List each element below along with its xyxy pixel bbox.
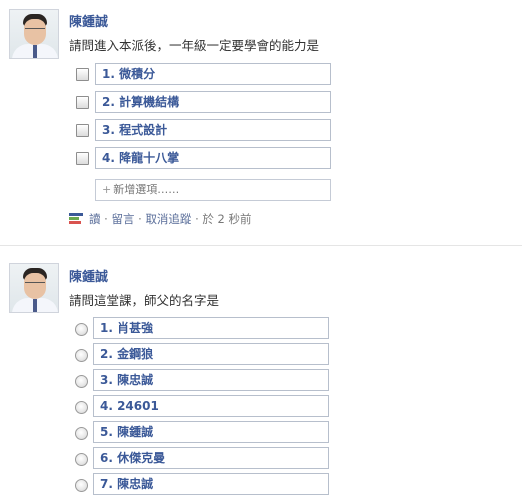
author-name[interactable]: 陳鍾誠 xyxy=(69,266,108,285)
poll-option[interactable]: 3. 程式設計 xyxy=(95,119,331,141)
separator: · xyxy=(138,212,142,226)
option-checkbox[interactable] xyxy=(76,124,89,137)
poll-question: 請問進入本派後，一年級一定要學會的能力是 xyxy=(69,38,320,53)
poll-option[interactable]: 2. 計算機結構 xyxy=(95,91,331,113)
post-divider xyxy=(0,245,522,246)
option-checkbox[interactable] xyxy=(76,96,89,109)
separator: · xyxy=(104,212,108,226)
option-radio[interactable] xyxy=(75,453,88,466)
option-radio[interactable] xyxy=(75,323,88,336)
option-checkbox[interactable] xyxy=(76,68,89,81)
option-radio[interactable] xyxy=(75,479,88,492)
avatar[interactable] xyxy=(9,263,59,313)
poll-option[interactable]: 4. 24601 xyxy=(93,395,329,417)
poll-option[interactable]: 4. 降龍十八掌 xyxy=(95,147,331,169)
post-footer: 讀 · 留言 · 取消追蹤 · 於 2 秒前 xyxy=(69,211,252,227)
option-radio[interactable] xyxy=(75,349,88,362)
plus-icon: + xyxy=(102,183,112,196)
poll-option[interactable]: 6. 休傑克曼 xyxy=(93,447,329,469)
comment-link[interactable]: 留言 xyxy=(111,212,134,226)
add-option-input[interactable]: + 新增選項…… xyxy=(95,179,331,201)
poll-question: 請問這堂課，師父的名字是 xyxy=(69,293,220,308)
poll-option[interactable]: 5. 陳鍾誠 xyxy=(93,421,329,443)
avatar[interactable] xyxy=(9,9,59,59)
poll-option[interactable]: 1. 微積分 xyxy=(95,63,331,85)
timestamp[interactable]: 於 2 秒前 xyxy=(202,212,251,226)
poll-option[interactable]: 1. 肖甚強 xyxy=(93,317,329,339)
option-radio[interactable] xyxy=(75,401,88,414)
option-checkbox[interactable] xyxy=(76,152,89,165)
vote-link[interactable]: 讀 xyxy=(89,212,101,226)
add-option-label: 新增選項…… xyxy=(113,183,180,196)
poll-icon xyxy=(69,212,83,225)
unfollow-link[interactable]: 取消追蹤 xyxy=(145,212,191,226)
option-radio[interactable] xyxy=(75,427,88,440)
separator: · xyxy=(195,212,199,226)
author-name[interactable]: 陳鍾誠 xyxy=(69,11,108,30)
poll-option[interactable]: 2. 金鋼狼 xyxy=(93,343,329,365)
poll-option[interactable]: 3. 陳忠誠 xyxy=(93,369,329,391)
poll-option[interactable]: 7. 陳忠誠 xyxy=(93,473,329,495)
option-radio[interactable] xyxy=(75,375,88,388)
